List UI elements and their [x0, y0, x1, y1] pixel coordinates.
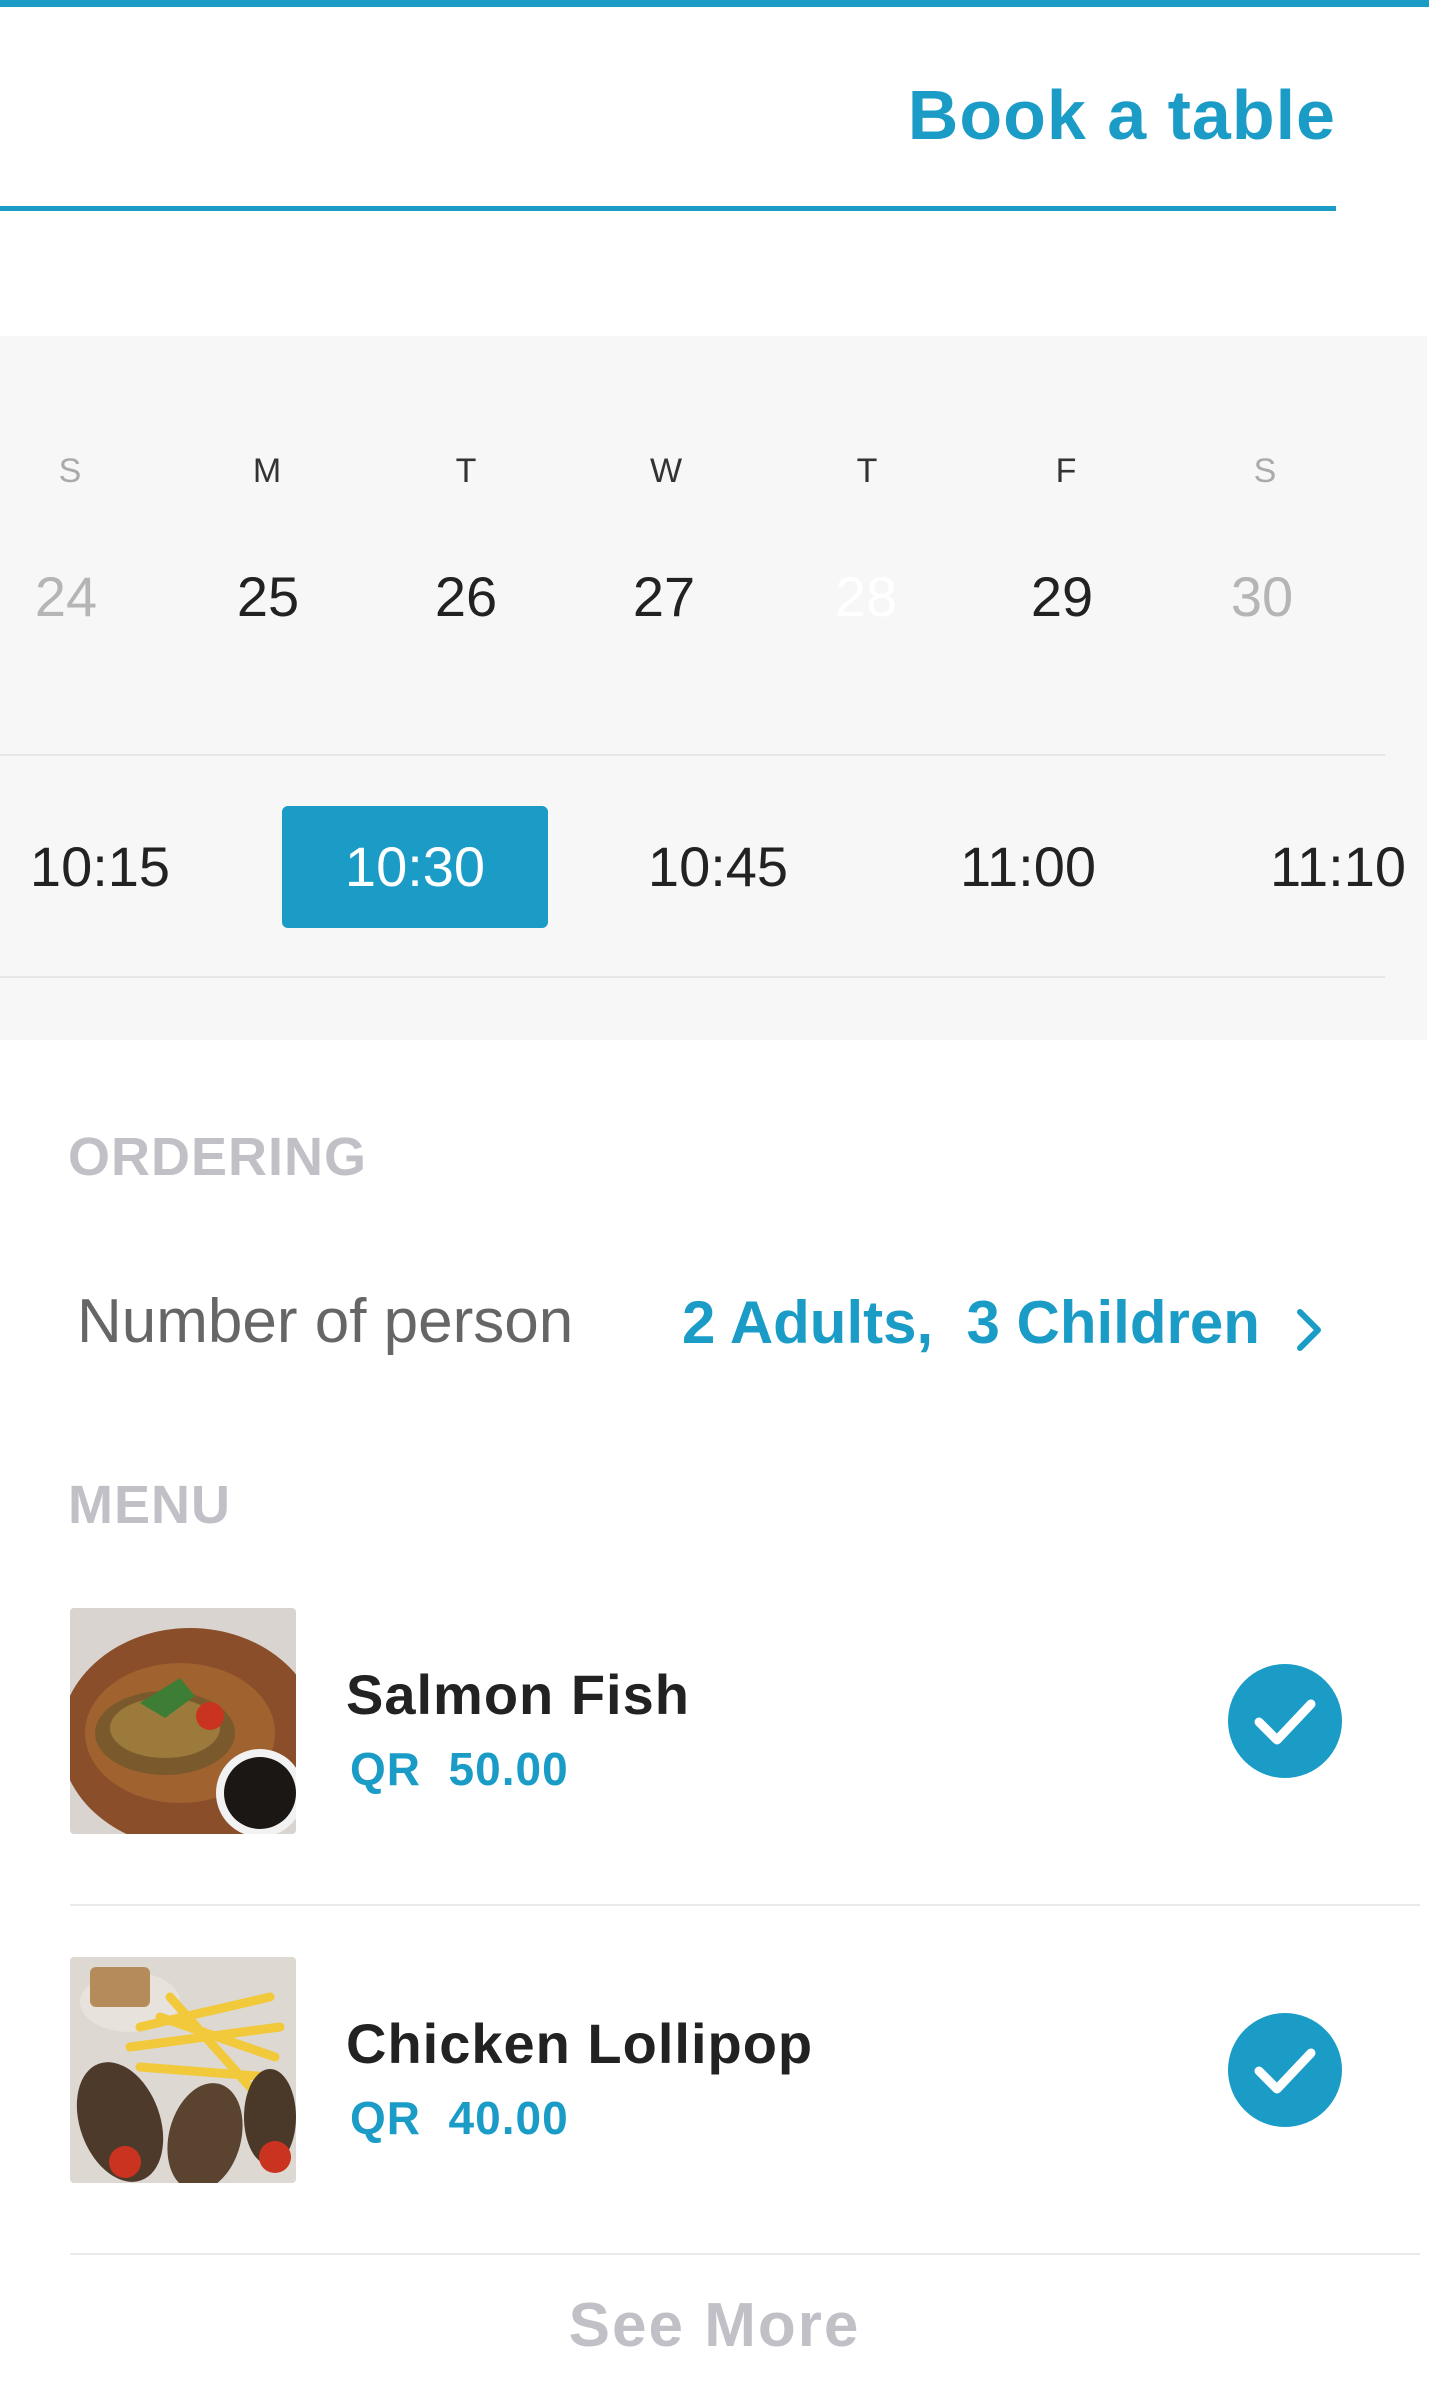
- time-slot-1045[interactable]: 10:45: [628, 806, 808, 928]
- date-number: 24: [34, 565, 98, 628]
- chevron-right-icon[interactable]: [1290, 1300, 1330, 1360]
- checkmark-circle-icon[interactable]: [1228, 2013, 1342, 2127]
- weekday-label: T: [455, 452, 477, 490]
- date-number: 30: [1230, 565, 1294, 628]
- checkmark-circle-icon[interactable]: [1228, 1664, 1342, 1778]
- menu-item[interactable]: Salmon Fish QR 50.00: [70, 1608, 1420, 1834]
- date-number: 29: [1030, 565, 1094, 628]
- time-slot-1015[interactable]: 10:15: [10, 806, 190, 928]
- date-number: 25: [236, 565, 300, 628]
- menu-item-price: QR 40.00: [350, 2092, 569, 2144]
- date-29[interactable]: 29: [992, 532, 1132, 662]
- header: Book a table: [0, 0, 1336, 211]
- weekday-label: T: [856, 452, 878, 490]
- menu-item-name: Chicken Lollipop: [346, 2012, 814, 2075]
- weekday-label: W: [649, 452, 683, 490]
- grilled-fish-photo: [70, 1608, 296, 1834]
- date-27[interactable]: 27: [594, 532, 734, 662]
- menu-item-price: QR 50.00: [350, 1743, 569, 1795]
- time-slot-1110[interactable]: 11:10: [1248, 806, 1428, 928]
- number-of-person-value[interactable]: 2 Adults, 3 Children: [682, 1288, 1260, 1357]
- date-row: 24 25 26 27 28 29 30: [0, 532, 1429, 672]
- date-number: 26: [434, 565, 498, 628]
- menu-item-name: Salmon Fish: [346, 1663, 690, 1726]
- weekday-label: S: [1253, 452, 1277, 490]
- page-title: Book a table: [907, 76, 1336, 154]
- time-slot-1030-selected[interactable]: 10:30: [282, 806, 548, 928]
- time-slot-row: 10:15 10:30 10:45 11:00 11:10: [0, 806, 1429, 928]
- date-time-picker: S M T W T F S 24 25 26 27 28 29 30 10:15…: [0, 336, 1427, 1040]
- chicken-fries-photo: [70, 1957, 296, 2183]
- number-of-person-label: Number of person: [77, 1287, 574, 1356]
- weekday-row: S M T W T F S: [0, 452, 1429, 492]
- menu-section-label: MENU: [68, 1475, 231, 1535]
- date-30[interactable]: 30: [1192, 532, 1332, 662]
- time-slot-1100[interactable]: 11:00: [938, 806, 1118, 928]
- weekday-label: F: [1055, 452, 1077, 490]
- date-number: 28: [834, 565, 898, 628]
- date-number: 27: [632, 565, 696, 628]
- ordering-section-label: ORDERING: [68, 1127, 368, 1187]
- date-26[interactable]: 26: [396, 532, 536, 662]
- divider: [70, 2253, 1420, 2255]
- divider: [0, 754, 1385, 756]
- date-28-selected[interactable]: 28: [796, 532, 936, 662]
- date-24[interactable]: 24: [0, 532, 136, 662]
- divider: [70, 1904, 1420, 1906]
- weekday-label: S: [58, 452, 82, 490]
- see-more-button[interactable]: See More: [0, 2290, 1429, 2361]
- weekday-label: M: [252, 452, 282, 490]
- divider: [0, 976, 1385, 978]
- date-25[interactable]: 25: [198, 532, 338, 662]
- menu-item[interactable]: Chicken Lollipop QR 40.00: [70, 1957, 1420, 2183]
